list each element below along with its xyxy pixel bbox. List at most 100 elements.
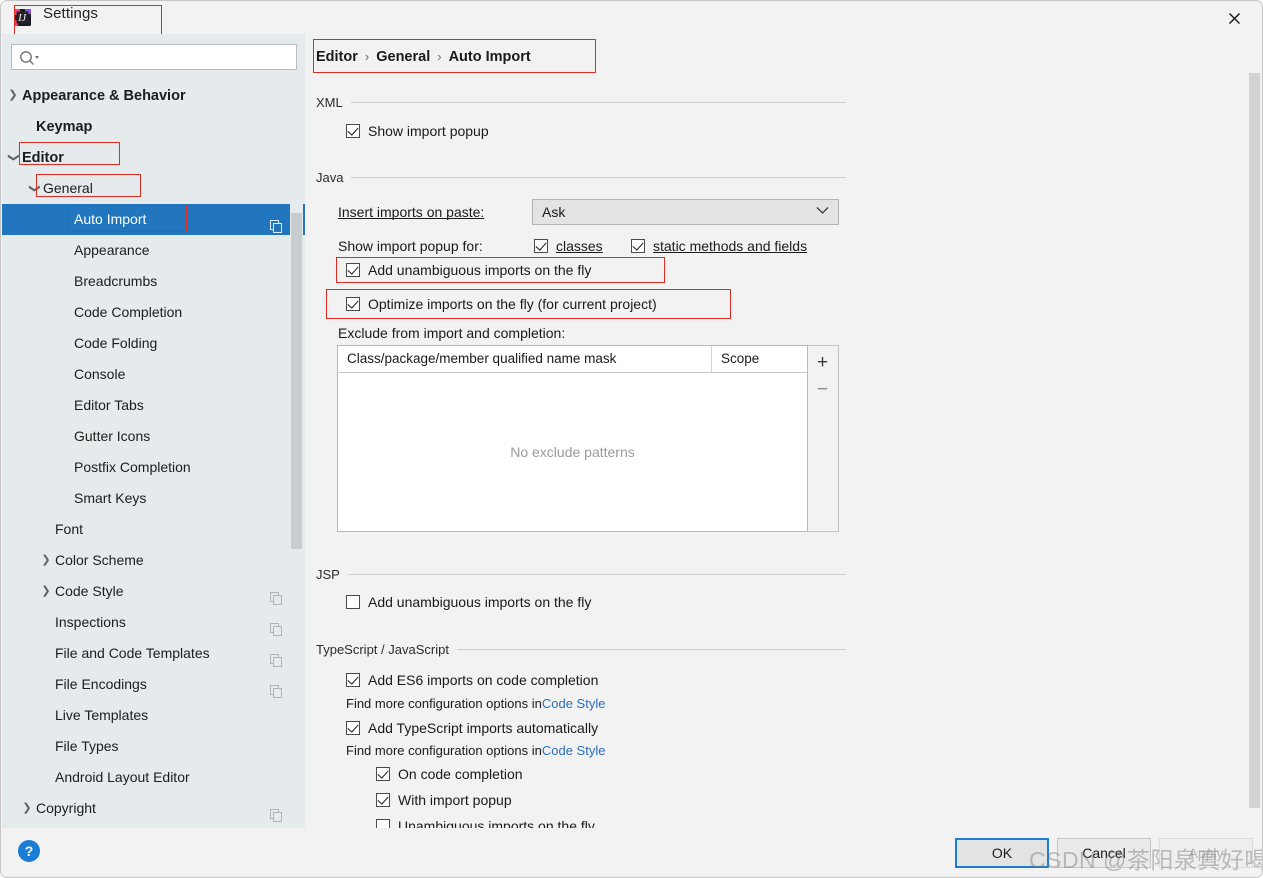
sidebar-item-inspections[interactable]: Inspections xyxy=(2,607,305,638)
sidebar-item-label: Postfix Completion xyxy=(74,459,191,475)
chevron-right-icon[interactable]: ❯ xyxy=(6,80,20,111)
sidebar-item-general[interactable]: ❯ General xyxy=(2,173,305,204)
checkbox-static-methods-and-fields[interactable]: static methods and fields xyxy=(631,238,807,254)
cancel-button[interactable]: Cancel xyxy=(1057,838,1151,868)
sidebar-item-label: Code Style xyxy=(55,583,124,599)
checkbox-label: Add TypeScript imports automatically xyxy=(368,720,599,736)
insert-imports-on-paste-select[interactable]: Ask xyxy=(532,199,839,225)
checkbox-add-unambiguous-imports-jsp[interactable]: Add unambiguous imports on the fly xyxy=(346,594,591,610)
window-title: Settings xyxy=(43,5,98,22)
sidebar-item-live-templates[interactable]: Live Templates xyxy=(2,700,305,731)
checkbox-on-code-completion[interactable]: On code completion xyxy=(376,766,523,782)
sidebar-item-file-types[interactable]: File Types xyxy=(2,731,305,762)
content-scrollbar-thumb[interactable] xyxy=(1249,73,1260,808)
help-button[interactable]: ? xyxy=(18,840,40,862)
search-input[interactable] xyxy=(44,45,296,71)
checkbox-optimize-imports-on-the-fly[interactable]: Optimize imports on the fly (for current… xyxy=(346,296,657,312)
checkbox-add-unambiguous-imports-java[interactable]: Add unambiguous imports on the fly xyxy=(346,262,591,278)
sidebar-item-appearance[interactable]: Appearance xyxy=(2,235,305,266)
search-icon xyxy=(18,49,42,67)
sidebar-item-copyright[interactable]: ❯ Copyright xyxy=(2,793,305,824)
settings-tree[interactable]: ❯ Appearance & Behavior Keymap ❯ Editor ❯ Gene… xyxy=(2,80,305,829)
sidebar-item-label: Inspections xyxy=(55,614,126,630)
copy-settings-icon[interactable] xyxy=(270,802,283,822)
checkbox-box-icon[interactable] xyxy=(376,767,390,781)
checkbox-with-import-popup[interactable]: With import popup xyxy=(376,792,512,808)
checkbox-box-icon[interactable] xyxy=(376,793,390,807)
exclude-patterns-table[interactable]: Class/package/member qualified name mask… xyxy=(337,345,808,532)
sidebar-item-editor[interactable]: ❯ Editor xyxy=(2,142,305,173)
ok-button[interactable]: OK xyxy=(955,838,1049,868)
sidebar-item-font[interactable]: Font xyxy=(2,514,305,545)
checkbox-box-icon[interactable] xyxy=(346,297,360,311)
copy-settings-icon[interactable] xyxy=(270,616,283,636)
sidebar-item-file-and-code-templates[interactable]: File and Code Templates xyxy=(2,638,305,669)
checkbox-box-icon[interactable] xyxy=(346,595,360,609)
search-box[interactable] xyxy=(11,44,297,71)
code-style-link[interactable]: Code Style xyxy=(542,743,606,758)
sidebar-item-file-encodings[interactable]: File Encodings xyxy=(2,669,305,700)
sidebar-item-color-scheme[interactable]: ❯ Color Scheme xyxy=(2,545,305,576)
checkbox-label: Add unambiguous imports on the fly xyxy=(368,594,592,610)
close-icon[interactable] xyxy=(1212,3,1256,33)
section-title-java: Java xyxy=(316,169,344,185)
apply-button[interactable]: Apply xyxy=(1159,838,1253,868)
checkbox-label: Add unambiguous imports on the fly xyxy=(368,262,592,278)
chevron-down-icon[interactable]: ❯ xyxy=(19,182,50,196)
checkbox-box-icon[interactable] xyxy=(346,721,360,735)
sidebar-item-keymap[interactable]: Keymap xyxy=(2,111,305,142)
chevron-right-icon[interactable]: ❯ xyxy=(39,545,53,576)
section-header-xml: XML xyxy=(316,92,846,112)
breadcrumb-part-general[interactable]: General xyxy=(376,49,430,65)
sidebar-item-editor-tabs[interactable]: Editor Tabs xyxy=(2,390,305,421)
chevron-right-icon[interactable]: ❯ xyxy=(39,576,53,607)
sidebar-scrollbar-thumb[interactable] xyxy=(291,213,302,549)
checkbox-box-icon[interactable] xyxy=(346,263,360,277)
checkbox-box-icon[interactable] xyxy=(346,673,360,687)
checkbox-box-icon[interactable] xyxy=(346,124,360,138)
sidebar-item-label: Console xyxy=(74,366,126,382)
add-pattern-button[interactable]: + xyxy=(808,349,837,377)
section-divider xyxy=(351,176,846,178)
sidebar-item-label: Smart Keys xyxy=(74,490,147,506)
insert-imports-label: Insert imports on paste: xyxy=(338,204,485,220)
sidebar-item-console[interactable]: Console xyxy=(2,359,305,390)
sidebar-item-appearance-behavior[interactable]: ❯ Appearance & Behavior xyxy=(2,80,305,111)
intellij-idea-icon: IJ xyxy=(13,8,32,27)
sidebar-item-postfix-completion[interactable]: Postfix Completion xyxy=(2,452,305,483)
checkbox-label: static methods and fields xyxy=(653,238,808,254)
copy-settings-icon[interactable] xyxy=(270,647,283,667)
checkbox-classes[interactable]: classes xyxy=(534,238,603,254)
sidebar-item-gutter-icons[interactable]: Gutter Icons xyxy=(2,421,305,452)
breadcrumb-part-editor[interactable]: Editor xyxy=(316,49,358,65)
checkbox-box-icon[interactable] xyxy=(631,239,645,253)
remove-pattern-button[interactable]: − xyxy=(808,376,837,404)
copy-settings-icon[interactable] xyxy=(270,585,283,605)
hint-text: Find more configuration options in xyxy=(346,743,542,758)
sidebar-item-label: Code Folding xyxy=(74,335,158,351)
sidebar-item-android-layout-editor[interactable]: Android Layout Editor xyxy=(2,762,305,793)
breadcrumb-separator-icon: › xyxy=(437,49,442,64)
checkbox-label: Show import popup xyxy=(368,123,489,139)
chevron-right-icon[interactable]: ❯ xyxy=(20,793,34,824)
sidebar-item-smart-keys[interactable]: Smart Keys xyxy=(2,483,305,514)
sidebar-item-code-style[interactable]: ❯ Code Style xyxy=(2,576,305,607)
checkbox-box-icon[interactable] xyxy=(534,239,548,253)
copy-settings-icon[interactable] xyxy=(270,678,283,698)
sidebar-item-code-folding[interactable]: Code Folding xyxy=(2,328,305,359)
code-style-link[interactable]: Code Style xyxy=(542,696,606,711)
sidebar-item-breadcrumbs[interactable]: Breadcrumbs xyxy=(2,266,305,297)
sidebar-item-code-completion[interactable]: Code Completion xyxy=(2,297,305,328)
copy-settings-icon[interactable] xyxy=(270,213,283,233)
checkbox-add-es6-imports[interactable]: Add ES6 imports on code completion xyxy=(346,672,598,688)
checkbox-show-import-popup-xml[interactable]: Show import popup xyxy=(346,123,489,139)
sidebar-item-auto-import[interactable]: Auto Import xyxy=(2,204,305,235)
chevron-down-icon[interactable]: ❯ xyxy=(2,151,29,165)
label-insert-imports-on-paste: Insert imports on paste: xyxy=(338,204,484,220)
table-column-header-mask[interactable]: Class/package/member qualified name mask xyxy=(338,346,712,372)
checkbox-label: Add ES6 imports on code completion xyxy=(368,672,599,688)
sidebar-item-label: Android Layout Editor xyxy=(55,769,190,785)
checkbox-add-typescript-imports[interactable]: Add TypeScript imports automatically xyxy=(346,720,598,736)
table-column-header-scope[interactable]: Scope xyxy=(712,346,807,372)
section-header-jsp: JSP xyxy=(316,564,846,584)
